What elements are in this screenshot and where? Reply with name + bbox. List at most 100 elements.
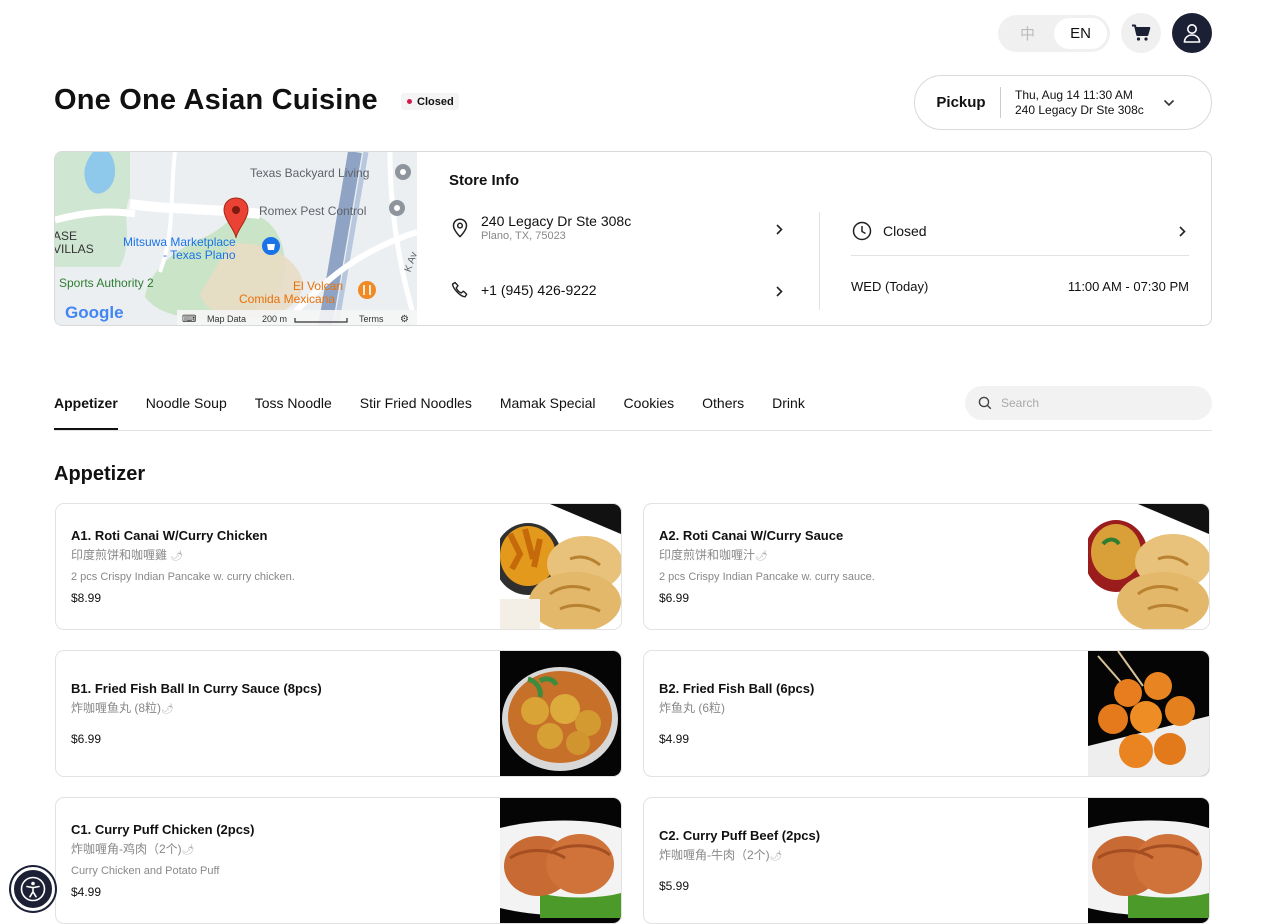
item-chinese-name: 炸咖喱角-鸡肉（2个): [71, 842, 182, 856]
pickup-info: Thu, Aug 14 11:30 AM 240 Legacy Dr Ste 3…: [1001, 88, 1151, 118]
status-dot: [407, 99, 412, 104]
item-price: $6.99: [71, 732, 102, 746]
map-graphic: Texas Backyard Living Romex Pest Control…: [55, 152, 417, 325]
map-label-texas-backyard: Texas Backyard Living: [250, 166, 369, 180]
map-label-sports-authority: Sports Authority 2: [59, 276, 154, 290]
address-line1: 240 Legacy Dr Ste 308c: [481, 213, 632, 229]
item-name: B1. Fried Fish Ball In Curry Sauce (8pcs…: [71, 681, 322, 696]
menu-item-card[interactable]: B2. Fried Fish Ball (6pcs) 炸鱼丸 (6粒) $4.9…: [643, 650, 1210, 777]
lang-option-en[interactable]: EN: [1054, 18, 1107, 49]
store-title: One One Asian Cuisine: [54, 84, 378, 116]
pickup-selector[interactable]: Pickup Thu, Aug 14 11:30 AM 240 Legacy D…: [914, 75, 1212, 130]
lang-option-zh[interactable]: 中: [1001, 18, 1054, 49]
hours-status: Closed: [883, 223, 927, 239]
store-info-card: Texas Backyard Living Romex Pest Control…: [54, 151, 1212, 326]
pickup-label: Pickup: [936, 94, 986, 111]
clock-icon: [852, 221, 872, 241]
item-price: $4.99: [659, 732, 690, 746]
item-price: $6.99: [659, 591, 690, 605]
item-photo: [500, 798, 621, 923]
accessibility-button[interactable]: [11, 867, 55, 911]
status-badge-label: Closed: [417, 95, 454, 108]
phone-number: +1 (945) 426-9222: [481, 282, 597, 298]
menu-item-card[interactable]: A1. Roti Canai W/Curry Chicken 印度煎饼和咖喱雞 …: [55, 503, 622, 630]
chili-icon: 🌶: [161, 704, 174, 715]
location-pin-icon: [452, 217, 468, 238]
tab-toss-noodle[interactable]: Toss Noodle: [255, 384, 332, 430]
address-line2: Plano, TX, 75023: [481, 230, 566, 242]
google-logo: Google: [65, 303, 124, 322]
chevron-right-icon[interactable]: [1179, 226, 1186, 237]
hours-time: 11:00 AM - 07:30 PM: [1067, 279, 1189, 294]
account-button[interactable]: [1172, 13, 1212, 53]
item-chinese-name: 炸鱼丸 (6粒): [659, 701, 726, 715]
pickup-datetime: Thu, Aug 14 11:30 AM: [1015, 87, 1133, 102]
cart-button[interactable]: [1121, 13, 1161, 53]
map-label-romex: Romex Pest Control: [259, 204, 366, 218]
section-title: Appetizer: [54, 463, 146, 485]
item-chinese-name: 印度煎饼和咖喱汁: [659, 548, 756, 562]
map-label-mitsuwa: Mitsuwa Marketplace: [123, 235, 236, 249]
item-photo: [500, 504, 621, 629]
vertical-divider: [819, 212, 820, 310]
accessibility-icon: [20, 876, 46, 902]
tab-others[interactable]: Others: [702, 384, 744, 430]
pickup-address: 240 Legacy Dr Ste 308c: [1015, 102, 1144, 117]
map-settings-icon: ⚙: [400, 314, 409, 325]
phone-row[interactable]: +1 (945) 426-9222: [449, 281, 597, 299]
chevron-right-icon[interactable]: [776, 286, 783, 297]
hours-status-row[interactable]: Closed: [851, 221, 927, 241]
item-name: B2. Fried Fish Ball (6pcs): [659, 681, 815, 696]
phone-icon: [451, 281, 468, 298]
item-photo: [1088, 798, 1209, 923]
map-label-villas: VILLAS: [55, 242, 94, 256]
user-icon: [1183, 24, 1201, 43]
chili-icon: 🌶: [769, 851, 783, 862]
item-chinese-name: 印度煎饼和咖喱雞: [71, 548, 168, 562]
language-toggle[interactable]: 中 EN: [998, 15, 1110, 52]
tab-appetizer[interactable]: Appetizer: [54, 384, 118, 430]
tab-stir-fried-noodles[interactable]: Stir Fried Noodles: [360, 384, 472, 430]
tab-mamak-special[interactable]: Mamak Special: [500, 384, 596, 430]
map-label-comida: Comida Mexicana: [239, 292, 335, 306]
item-name: A2. Roti Canai W/Curry Sauce: [659, 528, 844, 543]
menu-item-card[interactable]: B1. Fried Fish Ball In Curry Sauce (8pcs…: [55, 650, 622, 777]
hours-day: WED (Today): [851, 279, 929, 294]
map-label-ase: ASE: [55, 229, 77, 243]
search-icon: [978, 396, 992, 410]
address-row[interactable]: 240 Legacy Dr Ste 308c Plano, TX, 75023: [449, 213, 631, 242]
item-photo: [500, 651, 621, 776]
cart-icon: [1132, 24, 1151, 41]
menu-item-card[interactable]: C1. Curry Puff Chicken (2pcs) 炸咖喱角-鸡肉（2个…: [55, 797, 622, 924]
map-scale-label: 200 m: [262, 314, 287, 324]
item-photo: [1088, 504, 1209, 629]
tab-noodle-soup[interactable]: Noodle Soup: [146, 384, 227, 430]
chili-icon: 🌶: [181, 845, 195, 856]
store-map[interactable]: Texas Backyard Living Romex Pest Control…: [55, 152, 417, 325]
item-description: Curry Chicken and Potato Puff: [71, 865, 220, 877]
chili-icon: 🌶: [755, 551, 768, 562]
tab-drink[interactable]: Drink: [772, 384, 805, 430]
category-tabs: Appetizer Noodle Soup Toss Noodle Stir F…: [54, 384, 833, 430]
tabs-divider: [54, 430, 1212, 431]
store-info-title: Store Info: [449, 172, 519, 189]
search-input[interactable]: [1001, 396, 1201, 410]
chevron-right-icon[interactable]: [776, 224, 783, 235]
keyboard-icon: ⌨: [182, 314, 196, 325]
item-photo: [1088, 651, 1209, 776]
map-data-label: Map Data: [207, 314, 246, 324]
menu-item-card[interactable]: C2. Curry Puff Beef (2pcs) 炸咖喱角-牛肉（2个)🌶 …: [643, 797, 1210, 924]
map-label-texas-plano: - Texas Plano: [163, 248, 236, 262]
item-name: C1. Curry Puff Chicken (2pcs): [71, 822, 255, 837]
search-box[interactable]: [965, 386, 1212, 420]
item-chinese-name: 炸咖喱鱼丸 (8粒): [71, 701, 162, 715]
chili-icon: 🌶: [170, 551, 184, 562]
item-price: $8.99: [71, 591, 102, 605]
tab-cookies[interactable]: Cookies: [624, 384, 675, 430]
item-chinese-name: 炸咖喱角-牛肉（2个): [659, 848, 770, 862]
menu-item-card[interactable]: A2. Roti Canai W/Curry Sauce 印度煎饼和咖喱汁🌶 2…: [643, 503, 1210, 630]
item-name: C2. Curry Puff Beef (2pcs): [659, 828, 821, 843]
item-name: A1. Roti Canai W/Curry Chicken: [71, 528, 268, 543]
status-badge: Closed: [401, 93, 459, 110]
chevron-down-icon: [1163, 99, 1175, 106]
